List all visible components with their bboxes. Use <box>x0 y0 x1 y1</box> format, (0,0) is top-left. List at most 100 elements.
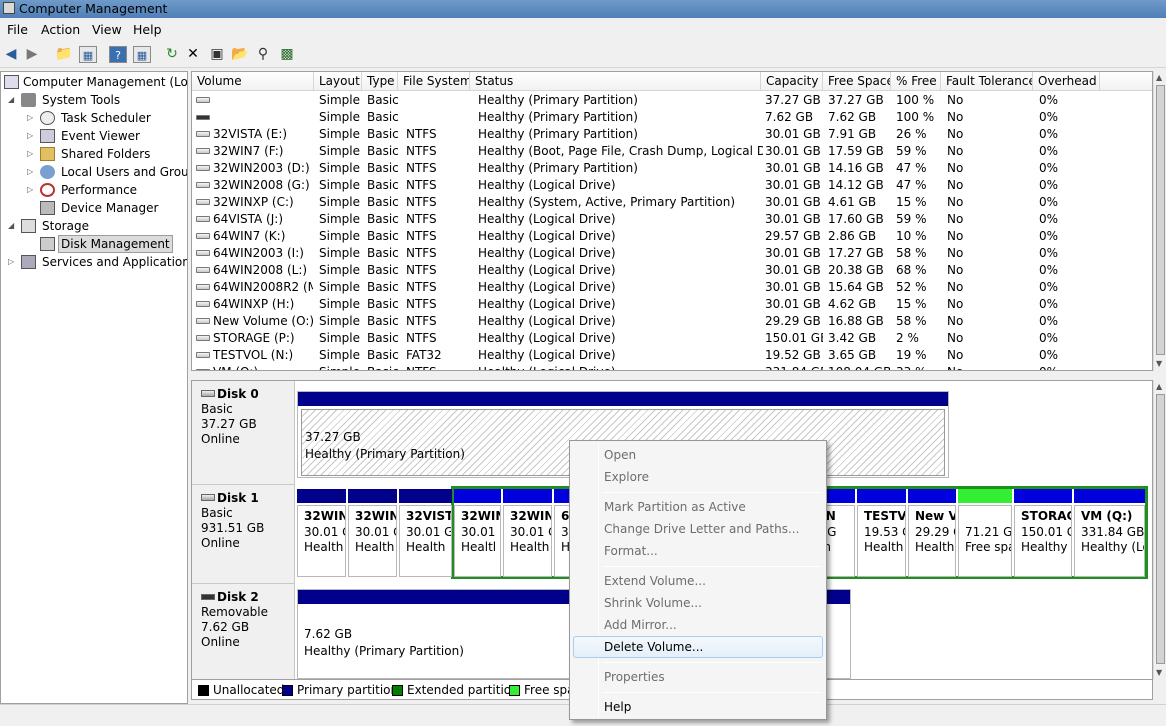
disk1-partition[interactable]: 6430He <box>554 489 570 577</box>
scrollbar-thumb[interactable] <box>1156 85 1165 355</box>
menu-item-extend-volume[interactable]: Extend Volume... <box>573 570 823 592</box>
disk1-partition[interactable]: STORAG 150.01 G Healthy <box>1014 489 1072 577</box>
table-row[interactable]: 64WIN2008 (L:) Simple Basic NTFS Healthy (Lo… <box>192 262 1152 279</box>
cell-layout: Simple <box>319 314 360 328</box>
menu-item-format[interactable]: Format... <box>573 540 823 562</box>
table-row[interactable]: Simple Basic Healthy (Primary Partition) 37… <box>192 92 1152 109</box>
menu-item-shrink-volume[interactable]: Shrink Volume... <box>573 592 823 614</box>
disk0-name: Disk 0 <box>217 387 259 401</box>
menu-help[interactable]: Help <box>133 22 162 37</box>
show-hide-tree-icon[interactable]: ▦ <box>79 46 97 63</box>
menu-item-add-mirror[interactable]: Add Mirror... <box>573 614 823 636</box>
up-folder-icon[interactable]: 📁 <box>55 46 73 63</box>
disk1-partition[interactable]: 32WIN30.01Healtl <box>454 489 501 577</box>
menu-file[interactable]: File <box>7 22 28 37</box>
column-header-overhead[interactable]: Overhead <box>1033 72 1100 91</box>
disk1-partition[interactable]: 32WIN30.01 GHealth <box>503 489 552 577</box>
disk-view-scrollbar[interactable]: ▲ ▼ <box>1153 380 1166 680</box>
disk1-partition[interactable]: 71.21 GI Free spa <box>958 489 1012 577</box>
menu-action[interactable]: Action <box>41 22 80 37</box>
column-header-free-space[interactable]: Free Space <box>823 72 891 91</box>
delete-icon[interactable]: ✕ <box>184 46 202 63</box>
column-header-capacity[interactable]: Capacity <box>761 72 823 91</box>
show-action-pane-icon[interactable]: ▦ <box>133 46 151 63</box>
scroll-down-icon[interactable]: ▼ <box>1156 668 1162 677</box>
disk1-partition[interactable]: 32WIN30.01 GHealth <box>348 489 397 577</box>
disk1-type: Basic <box>201 506 233 520</box>
table-row[interactable]: 64WINXP (H:) Simple Basic NTFS Healthy (Logi… <box>192 296 1152 313</box>
scroll-down-icon[interactable]: ▼ <box>1156 359 1162 368</box>
cell-fault-tolerance: No <box>947 314 964 328</box>
cell-layout: Simple <box>319 195 360 209</box>
table-row[interactable]: 64WIN2003 (I:) Simple Basic NTFS Healthy (Lo… <box>192 245 1152 262</box>
table-row[interactable]: New Volume (O:) Simple Basic NTFS Healthy (L… <box>192 313 1152 330</box>
disk1-partition[interactable]: TESTV19.53 GHealth <box>857 489 906 577</box>
column-header-status[interactable]: Status <box>470 72 761 91</box>
table-row[interactable]: 32WIN2003 (D:) Simple Basic NTFS Healthy (Pr… <box>192 160 1152 177</box>
disk2-size: 7.62 GB <box>201 620 250 634</box>
table-row[interactable]: 64VISTA (J:) Simple Basic NTFS Healthy (Logi… <box>192 211 1152 228</box>
menu-item-explore[interactable]: Explore <box>573 466 823 488</box>
collapse-icon[interactable]: ◢ <box>8 91 18 109</box>
properties-icon[interactable]: ▣ <box>208 46 226 63</box>
menu-item-delete-volume[interactable]: Delete Volume... <box>573 636 823 658</box>
disk1-partition[interactable]: VM (Q:) 331.84 GB I Healthy (Lo <box>1074 489 1145 577</box>
collapse-icon[interactable]: ◢ <box>8 217 18 235</box>
volume-icon <box>196 318 210 324</box>
cell-capacity: 30.01 GB <box>765 212 821 226</box>
column-header-volume[interactable]: Volume <box>192 72 314 91</box>
expand-icon[interactable]: ▷ <box>27 181 37 199</box>
forward-icon[interactable]: ▶ <box>23 46 41 63</box>
disk1-label[interactable]: Disk 1 Basic 931.51 GB Online <box>192 485 295 584</box>
table-row[interactable]: STORAGE (P:) Simple Basic NTFS Healthy (Logi… <box>192 330 1152 347</box>
menu-view[interactable]: View <box>92 22 122 37</box>
table-row[interactable]: VM (Q:) Simple Basic NTFS Healthy (Logical D… <box>192 364 1152 370</box>
column-header-fault-tolerance[interactable]: Fault Tolerance <box>941 72 1033 91</box>
disk0-label[interactable]: Disk 0 Basic 37.27 GB Online <box>192 381 295 485</box>
table-row[interactable]: 32WINXP (C:) Simple Basic NTFS Healthy (Syst… <box>192 194 1152 211</box>
expand-icon[interactable]: ▷ <box>27 109 37 127</box>
expand-icon[interactable]: ▷ <box>27 145 37 163</box>
disk1-partition[interactable]: 32WIN30.01 GHealth <box>297 489 346 577</box>
volume-list-scrollbar[interactable]: ▲ ▼ <box>1153 71 1166 371</box>
scroll-up-icon[interactable]: ▲ <box>1156 382 1162 391</box>
column-header-type[interactable]: Type <box>362 72 398 91</box>
table-row[interactable]: 32WIN2008 (G:) Simple Basic NTFS Healthy (Lo… <box>192 177 1152 194</box>
disk1-partition[interactable]: 32VIST 30.01 G Health <box>399 489 452 577</box>
cell-capacity: 19.52 GB <box>765 348 821 362</box>
disk1-partition[interactable]: New V29.29 GHealth <box>908 489 956 577</box>
scrollbar-thumb[interactable] <box>1156 394 1165 664</box>
menu-item-change-drive-letter[interactable]: Change Drive Letter and Paths... <box>573 518 823 540</box>
menu-item-mark-active[interactable]: Mark Partition as Active <box>573 496 823 518</box>
column-header-file-system[interactable]: File System <box>398 72 470 91</box>
table-row[interactable]: Simple Basic Healthy (Primary Partition) 7.… <box>192 109 1152 126</box>
menu-item-properties[interactable]: Properties <box>573 666 823 688</box>
menu-separator <box>602 566 822 567</box>
column-header-layout[interactable]: Layout <box>314 72 362 91</box>
help-icon[interactable]: ? <box>109 46 127 63</box>
refresh-icon[interactable]: ↻ <box>163 46 181 63</box>
scroll-up-icon[interactable]: ▲ <box>1156 73 1162 82</box>
title-bar: Computer Management <box>0 0 1166 18</box>
table-row[interactable]: 32VISTA (E:) Simple Basic NTFS Healthy (Prim… <box>192 126 1152 143</box>
expand-icon[interactable]: ▷ <box>8 253 18 271</box>
table-row[interactable]: 64WIN7 (K:) Simple Basic NTFS Healthy (Logic… <box>192 228 1152 245</box>
table-row[interactable]: 32WIN7 (F:) Simple Basic NTFS Healthy (Boot,… <box>192 143 1152 160</box>
partition-status: Healthy <box>1021 540 1068 554</box>
menu-item-open[interactable]: Open <box>573 444 823 466</box>
expand-icon[interactable]: ▷ <box>27 127 37 145</box>
partition-name: TESTV <box>864 509 906 523</box>
pane-splitter[interactable] <box>191 371 1166 380</box>
column-header-percent-free[interactable]: % Free <box>891 72 941 91</box>
table-row[interactable]: TESTVOL (N:) Simple Basic FAT32 Healthy (Log… <box>192 347 1152 364</box>
disk2-label[interactable]: Disk 2 Removable 7.62 GB Online <box>192 584 295 679</box>
open-folder-icon[interactable]: 📂 <box>231 46 249 63</box>
cell-percent-free: 100 % <box>896 93 935 107</box>
search-icon[interactable]: ⚲ <box>254 46 272 63</box>
table-row[interactable]: 64WIN2008R2 (M:) Simple Basic NTFS Healthy (… <box>192 279 1152 296</box>
cell-layout: Simple <box>319 229 360 243</box>
expand-icon[interactable]: ▷ <box>27 163 37 181</box>
back-icon[interactable]: ◀ <box>2 46 20 63</box>
menu-item-help[interactable]: Help <box>573 696 823 718</box>
settings-icon[interactable]: ▩ <box>278 46 296 63</box>
